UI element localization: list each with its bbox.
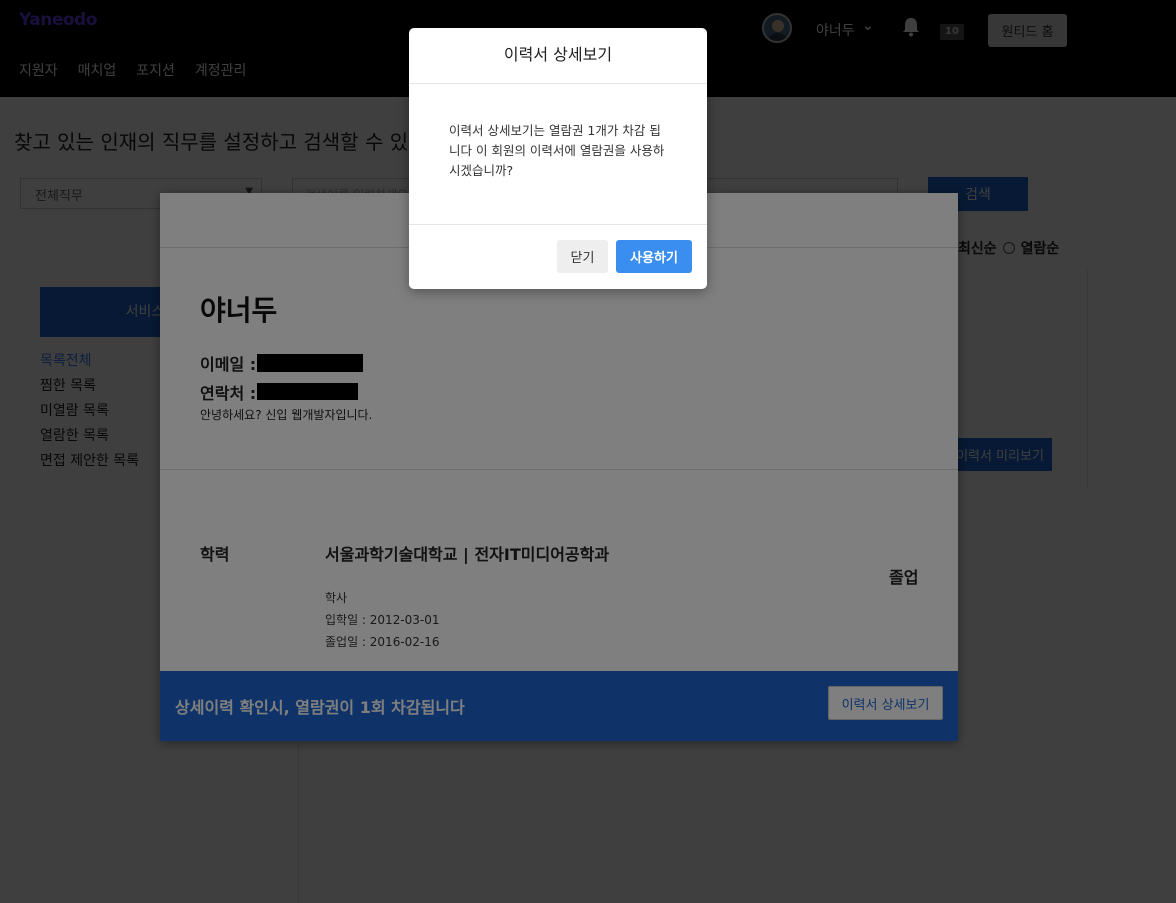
confirm-dialog: 이력서 상세보기 이력서 상세보기는 열람권 1개가 차감 됩니다 이 회원의 … <box>409 28 707 289</box>
close-button[interactable]: 닫기 <box>557 240 608 273</box>
use-button[interactable]: 사용하기 <box>616 240 692 273</box>
dialog-title: 이력서 상세보기 <box>409 28 707 84</box>
divider <box>409 224 707 225</box>
dialog-message: 이력서 상세보기는 열람권 1개가 차감 됩니다 이 회원의 이력서에 열람권을… <box>449 123 665 178</box>
